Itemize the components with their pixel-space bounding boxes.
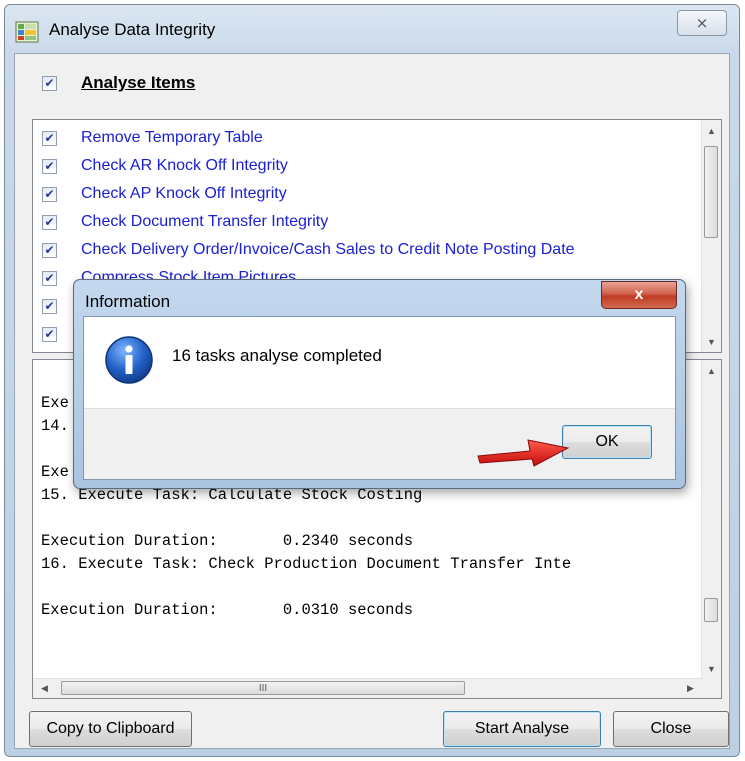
list-item[interactable]: ✔ Check AP Knock Off Integrity xyxy=(42,181,287,207)
info-icon xyxy=(105,336,153,384)
dialog-button-bar: OK xyxy=(84,408,675,479)
red-arrow-icon xyxy=(477,439,570,467)
item-checkbox[interactable]: ✔ xyxy=(42,298,57,314)
log-scroll-thumb[interactable] xyxy=(704,598,718,622)
analyse-items-header: ✔ Analyse Items xyxy=(42,73,195,93)
start-analyse-button[interactable]: Start Analyse xyxy=(443,711,601,747)
scroll-left-arrow-icon[interactable]: ◀ xyxy=(35,680,54,697)
log-line: Exe xyxy=(41,394,69,412)
list-scroll-thumb[interactable] xyxy=(704,146,718,238)
item-checkbox[interactable]: ✔ xyxy=(42,242,57,258)
log-horizontal-scrollbar[interactable]: ◀ III ▶ xyxy=(33,678,702,698)
log-hscroll-thumb[interactable]: III xyxy=(61,681,465,695)
log-vertical-scrollbar[interactable]: ▲ ▼ xyxy=(701,360,721,679)
item-checkbox[interactable]: ✔ xyxy=(42,326,57,342)
title-bar: Analyse Data Integrity ⨯ xyxy=(5,5,739,55)
item-label: Remove Temporary Table xyxy=(81,129,263,146)
item-label: Check Delivery Order/Invoice/Cash Sales … xyxy=(81,241,575,258)
scroll-down-arrow-icon[interactable]: ▼ xyxy=(702,333,721,350)
item-checkbox[interactable]: ✔ xyxy=(42,270,57,286)
item-checkbox[interactable]: ✔ xyxy=(42,214,57,230)
information-dialog: Information x 16 tasks analyse completed… xyxy=(73,279,686,489)
scroll-down-arrow-icon[interactable]: ▼ xyxy=(702,660,721,677)
list-item[interactable]: ✔ Check Document Transfer Integrity xyxy=(42,209,328,235)
scroll-corner xyxy=(702,679,721,698)
dialog-message: 16 tasks analyse completed xyxy=(172,346,382,365)
window-title: Analyse Data Integrity xyxy=(49,20,216,39)
item-label: Check AP Knock Off Integrity xyxy=(81,185,287,202)
copy-to-clipboard-button[interactable]: Copy to Clipboard xyxy=(29,711,192,747)
list-item[interactable]: ✔ Check Delivery Order/Invoice/Cash Sale… xyxy=(42,237,575,263)
grid-app-icon xyxy=(15,21,39,43)
dialog-body: 16 tasks analyse completed OK xyxy=(83,316,676,480)
list-vertical-scrollbar[interactable]: ▲ ▼ xyxy=(701,120,721,352)
item-checkbox[interactable]: ✔ xyxy=(42,186,57,202)
scroll-up-arrow-icon[interactable]: ▲ xyxy=(702,122,721,139)
item-label: Check AR Knock Off Integrity xyxy=(81,157,288,174)
scroll-right-arrow-icon[interactable]: ▶ xyxy=(681,680,700,697)
scroll-up-arrow-icon[interactable]: ▲ xyxy=(702,362,721,379)
list-item[interactable]: ✔ Check AR Knock Off Integrity xyxy=(42,153,288,179)
log-line: Execution Duration: 0.0310 seconds xyxy=(41,601,414,619)
log-line: Exe xyxy=(41,463,69,481)
dialog-close-button[interactable]: x xyxy=(601,281,677,309)
log-line: 14. xyxy=(41,417,69,435)
window-close-button[interactable]: ⨯ xyxy=(677,10,727,36)
close-button[interactable]: Close xyxy=(613,711,729,747)
log-line: Execution Duration: 0.2340 seconds xyxy=(41,532,414,550)
item-checkbox[interactable]: ✔ xyxy=(42,158,57,174)
ok-button[interactable]: OK xyxy=(562,425,652,459)
dialog-title: Information xyxy=(85,292,171,311)
log-line: 16. Execute Task: Check Production Docum… xyxy=(41,555,572,573)
item-checkbox[interactable]: ✔ xyxy=(42,130,57,146)
analyse-items-label: Analyse Items xyxy=(81,73,196,92)
item-label: Check Document Transfer Integrity xyxy=(81,213,329,230)
list-item[interactable]: ✔ Remove Temporary Table xyxy=(42,125,263,151)
analyse-items-checkbox[interactable]: ✔ xyxy=(42,75,57,91)
